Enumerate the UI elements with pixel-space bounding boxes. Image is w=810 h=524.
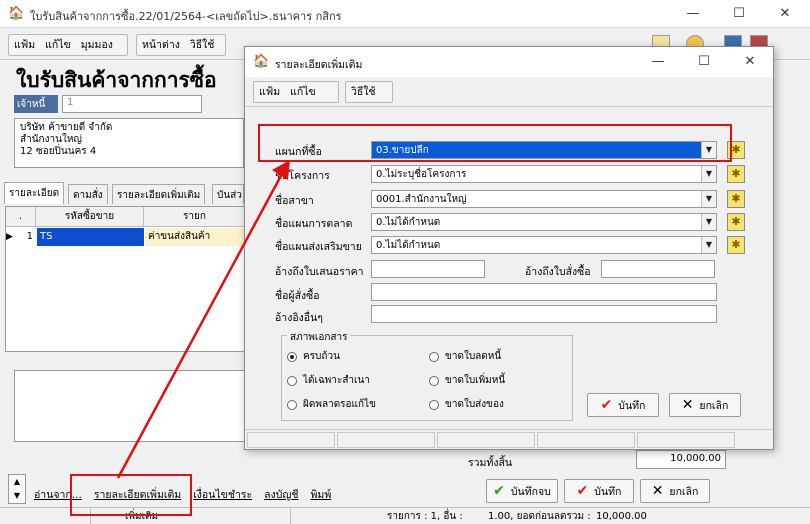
- annotation-arrow: [116, 160, 290, 479]
- arrow-line: [116, 171, 285, 479]
